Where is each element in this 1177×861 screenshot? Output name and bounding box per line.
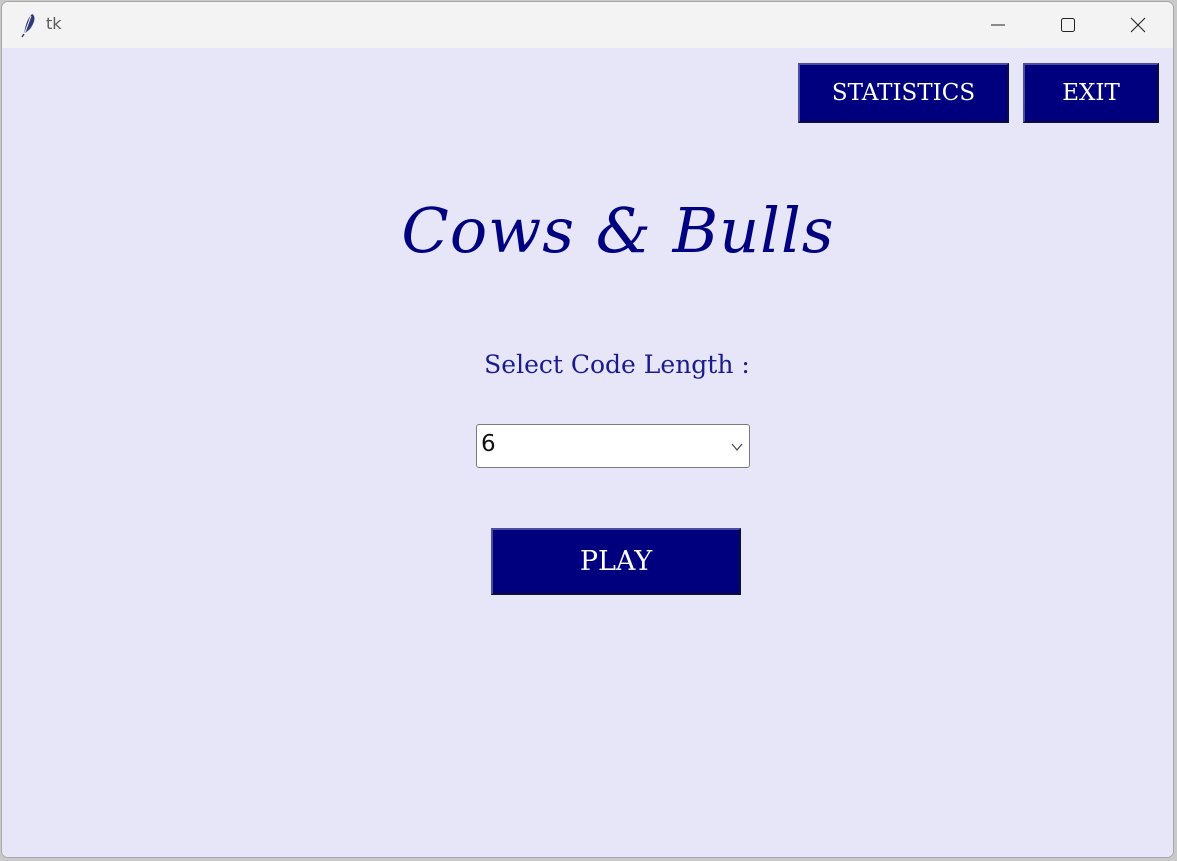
close-button[interactable]	[1104, 2, 1172, 48]
exit-button[interactable]: EXIT	[1023, 63, 1159, 123]
window-title: tk	[46, 14, 62, 33]
maximize-icon	[1061, 18, 1075, 32]
maximize-button[interactable]	[1034, 2, 1102, 48]
code-length-value: 6	[481, 431, 496, 457]
code-length-label: Select Code Length :	[484, 350, 750, 379]
app-window: tk STATISTICS EXIT Cows & Bulls Select C…	[1, 1, 1174, 858]
minimize-button[interactable]	[964, 2, 1032, 48]
feather-icon	[18, 12, 38, 38]
main-panel: STATISTICS EXIT Cows & Bulls Select Code…	[2, 48, 1173, 857]
minimize-icon	[991, 24, 1005, 26]
chevron-down-icon[interactable]	[729, 439, 745, 460]
statistics-button[interactable]: STATISTICS	[798, 63, 1009, 123]
code-length-select[interactable]: 6	[476, 424, 750, 468]
close-icon	[1130, 17, 1146, 33]
title-bar[interactable]: tk	[2, 2, 1173, 48]
game-title: Cows & Bulls	[401, 194, 835, 267]
play-button[interactable]: PLAY	[491, 528, 741, 595]
